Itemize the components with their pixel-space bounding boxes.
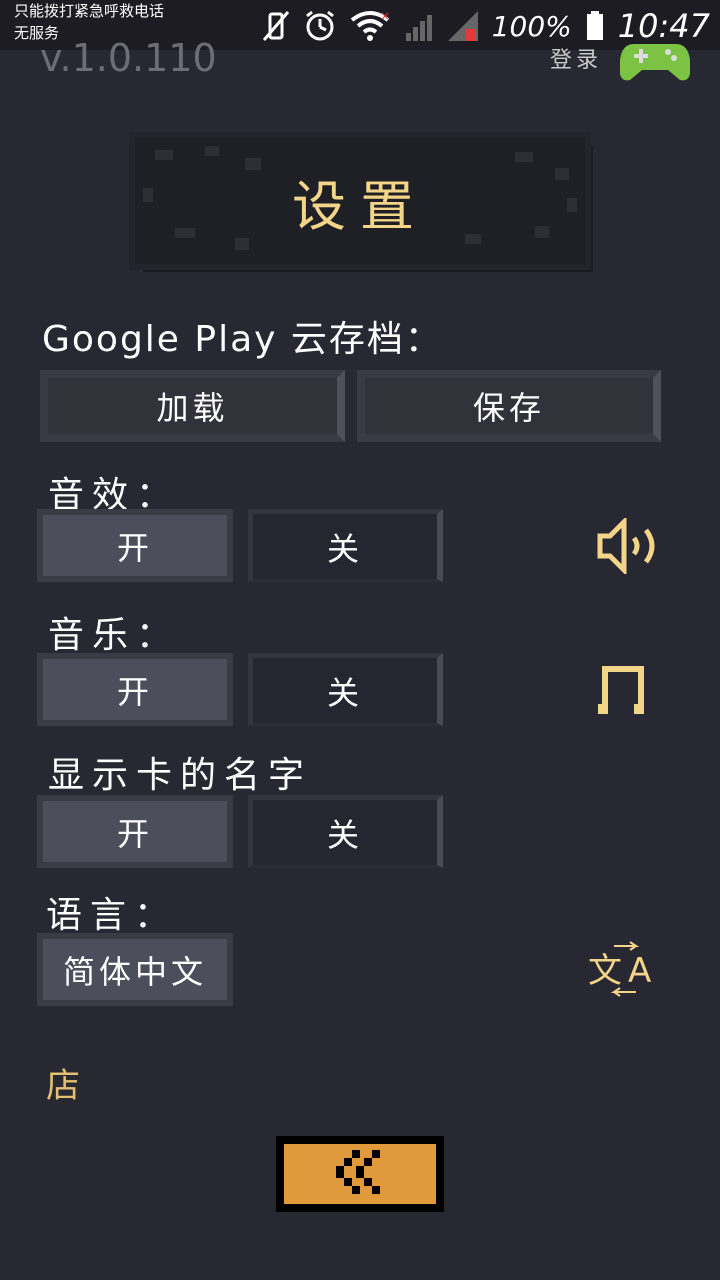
wifi-icon: × <box>350 10 390 42</box>
save-button[interactable]: 保存 <box>357 370 661 442</box>
language-label: 语言： <box>46 895 179 936</box>
double-chevron-left-icon <box>332 1150 388 1198</box>
music-note-icon <box>598 664 648 720</box>
load-button[interactable]: 加载 <box>40 370 345 442</box>
sound-off-button[interactable]: 关 <box>248 509 443 582</box>
language-select-button[interactable]: 简体中文 <box>37 933 233 1006</box>
card-names-label: 显示卡的名字 <box>48 755 313 796</box>
music-label: 音乐： <box>48 615 181 656</box>
title-banner: 设置 <box>135 138 585 264</box>
signal-no-sim-icon <box>447 11 478 41</box>
svg-text:A: A <box>628 951 651 991</box>
card-names-on-button[interactable]: 开 <box>37 795 233 868</box>
translate-icon: 文 A <box>586 940 662 1002</box>
back-button-face <box>284 1144 436 1204</box>
login-label[interactable]: 登录 <box>550 42 602 74</box>
sound-on-button[interactable]: 开 <box>37 509 233 582</box>
alarm-icon <box>304 10 336 42</box>
svg-text:文: 文 <box>588 951 622 991</box>
back-button[interactable] <box>276 1136 444 1212</box>
music-off-button[interactable]: 关 <box>248 653 443 726</box>
signal-icon <box>404 11 434 41</box>
shop-link[interactable]: 店 <box>46 1058 80 1107</box>
page-title: 设置 <box>292 174 428 238</box>
version-label: v.1.0.110 <box>40 36 217 80</box>
speaker-icon <box>596 515 666 578</box>
gamepad-icon[interactable] <box>620 36 690 82</box>
cloud-save-label: Google Play 云存档： <box>42 319 443 360</box>
emergency-calls-text: 只能拨打紧急呼救电话 <box>14 2 165 20</box>
svg-text:×: × <box>380 10 390 23</box>
music-on-button[interactable]: 开 <box>37 653 233 726</box>
card-names-off-button[interactable]: 关 <box>248 795 443 868</box>
battery-icon <box>586 11 604 41</box>
battery-percent: 100% <box>491 9 572 43</box>
vibrate-off-icon <box>262 10 290 42</box>
